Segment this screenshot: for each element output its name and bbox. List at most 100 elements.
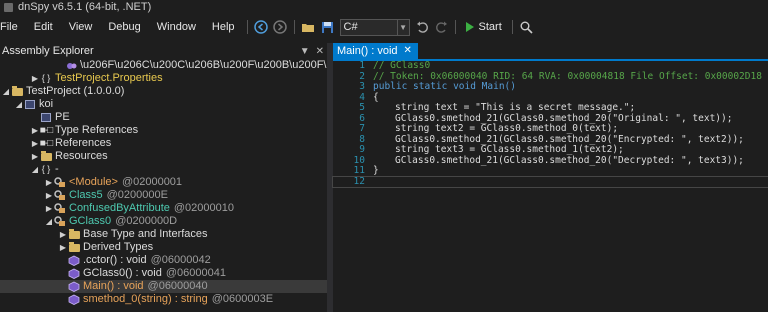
tree-item-label: .cctor() : void xyxy=(83,254,147,266)
close-icon[interactable]: ✕ xyxy=(404,43,412,59)
chevron-down-icon[interactable]: ◢ xyxy=(30,163,40,176)
code-line-current: 12 xyxy=(332,175,768,188)
panel-header: Assembly Explorer ▼ ✕ xyxy=(0,43,327,59)
search-button[interactable] xyxy=(518,19,535,36)
tree-item[interactable]: ▶ Class5 @0200000E xyxy=(0,189,327,202)
language-value: C# xyxy=(343,20,358,33)
panel-title: Assembly Explorer xyxy=(2,45,94,57)
forward-button[interactable] xyxy=(272,19,289,36)
token-label: @0600003E xyxy=(211,293,274,305)
undo-icon xyxy=(416,21,428,33)
tree-item-label: koi xyxy=(39,98,54,110)
class-icon xyxy=(54,203,66,214)
menu-debug[interactable]: Debug xyxy=(100,16,148,38)
code-line: 1// GClass0 xyxy=(359,60,431,71)
token-label: @06000040 xyxy=(147,280,208,292)
chevron-down-icon[interactable]: ◢ xyxy=(1,85,11,98)
tree-item-label: GClass0 xyxy=(69,215,112,227)
tree-item-selected[interactable]: Main() : void @06000040 xyxy=(0,280,327,293)
tree-item[interactable]: ▶ Resources xyxy=(0,150,327,163)
tree-item[interactable]: ▶ ■-□ Type References xyxy=(0,124,327,137)
save-button[interactable] xyxy=(319,19,336,36)
token-label: @02000001 xyxy=(121,176,183,188)
tree-item[interactable]: ◢ GClass0 @0200000D xyxy=(0,215,327,228)
menu-view[interactable]: View xyxy=(61,16,101,38)
open-button[interactable] xyxy=(300,19,317,36)
tree-item[interactable]: ▶ Derived Types xyxy=(0,241,327,254)
close-icon[interactable]: ✕ xyxy=(316,46,324,57)
tree-item-label: TestProject.Properties xyxy=(55,72,163,84)
pin-dropdown-icon[interactable]: ▼ xyxy=(300,46,310,57)
redo-button[interactable] xyxy=(433,19,450,36)
tree-item-label: Derived Types xyxy=(83,241,154,253)
tree-item[interactable]: ◢ TestProject (1.0.0.0) xyxy=(0,85,327,98)
code-line: 7 string text2 = GClass0.smethod_0(text); xyxy=(359,123,619,134)
toolbar-separator xyxy=(293,20,295,34)
tree-item[interactable]: ▶ ■-□ References xyxy=(0,137,327,150)
namespace-icon xyxy=(66,60,77,71)
assembly-icon xyxy=(11,85,23,97)
chevron-right-icon[interactable]: ▶ xyxy=(30,72,40,85)
tab-label: Main() : void xyxy=(337,45,398,57)
braces-icon: { } xyxy=(41,73,51,83)
code-area[interactable]: 1// GClass0 2// Token: 0x06000040 RID: 6… xyxy=(332,60,768,312)
chevron-right-icon[interactable]: ▶ xyxy=(44,202,54,215)
folder-icon xyxy=(40,150,52,162)
chevron-right-icon[interactable]: ▶ xyxy=(44,176,54,189)
start-button[interactable]: Start xyxy=(465,21,502,33)
reference-icon: ■-□ xyxy=(39,125,53,136)
menu-window[interactable]: Window xyxy=(149,16,204,38)
method-icon xyxy=(68,255,80,266)
tree-item[interactable]: PE xyxy=(0,111,327,124)
chevron-right-icon[interactable]: ▶ xyxy=(30,124,40,137)
tree-item[interactable]: .cctor() : void @06000042 xyxy=(0,254,327,267)
tree-item[interactable]: ▶ ConfusedByAttribute @02000010 xyxy=(0,202,327,215)
tree-item-label: \u206F\u206C\u200C\u206B\u200F\u200B\u20… xyxy=(80,59,359,71)
chevron-down-icon[interactable]: ◢ xyxy=(14,98,24,111)
module-icon xyxy=(24,99,36,110)
chevron-right-icon[interactable]: ▶ xyxy=(58,228,68,241)
tree-item-label: ConfusedByAttribute xyxy=(69,202,170,214)
tree-item[interactable]: ◢ koi xyxy=(0,98,327,111)
toolbar-separator xyxy=(454,20,456,34)
search-icon xyxy=(520,21,533,34)
token-label: @02000010 xyxy=(173,202,234,214)
tree-item[interactable]: ◢ { } - xyxy=(0,163,327,176)
chevron-right-icon[interactable]: ▶ xyxy=(44,189,54,202)
folder-icon xyxy=(68,241,80,253)
open-folder-icon xyxy=(302,24,315,32)
menu-edit[interactable]: Edit xyxy=(26,16,61,38)
braces-icon: { } xyxy=(41,164,51,174)
back-arrow-icon xyxy=(254,20,268,34)
menu-file[interactable]: File xyxy=(0,16,26,38)
token-label: @0200000D xyxy=(115,215,178,227)
tab-main[interactable]: Main() : void ✕ xyxy=(333,43,418,59)
token-label: @0200000E xyxy=(106,189,168,201)
code-line: 11} xyxy=(353,165,379,176)
forward-arrow-icon xyxy=(273,20,287,34)
tree-item-label: Type References xyxy=(55,124,139,136)
language-select[interactable]: C# ▼ xyxy=(339,18,410,36)
pe-icon xyxy=(40,112,52,123)
tree-item-label: Main() : void xyxy=(83,280,144,292)
method-icon xyxy=(68,281,80,292)
class-icon xyxy=(54,177,66,188)
tree-item[interactable]: GClass0() : void @06000041 xyxy=(0,267,327,280)
undo-button[interactable] xyxy=(414,19,431,36)
tree-item-label: <Module> xyxy=(69,176,118,188)
tree-item[interactable]: smethod_0(string) : string @0600003E xyxy=(0,293,327,306)
menu-help[interactable]: Help xyxy=(204,16,243,38)
menu-bar: File Edit View Debug Window Help C# ▼ St… xyxy=(0,16,768,38)
chevron-right-icon[interactable]: ▶ xyxy=(30,150,40,163)
title-bar: dnSpy v6.5.1 (64-bit, .NET) xyxy=(0,0,768,16)
back-button[interactable] xyxy=(253,19,270,36)
tree-item-label: Class5 xyxy=(69,189,103,201)
tree-item-label: References xyxy=(55,137,112,149)
tree-item[interactable]: ▶ Base Type and Interfaces xyxy=(0,228,327,241)
tree-item[interactable]: \u206F\u206C\u200C\u206B\u200F\u200B\u20… xyxy=(0,59,359,72)
tree-item[interactable]: ▶ { } TestProject.Properties xyxy=(0,72,327,85)
tree-item[interactable]: ▶ <Module> @02000001 xyxy=(0,176,327,189)
chevron-down-icon[interactable]: ◢ xyxy=(44,215,54,228)
chevron-right-icon[interactable]: ▶ xyxy=(30,137,40,150)
chevron-right-icon[interactable]: ▶ xyxy=(58,241,68,254)
